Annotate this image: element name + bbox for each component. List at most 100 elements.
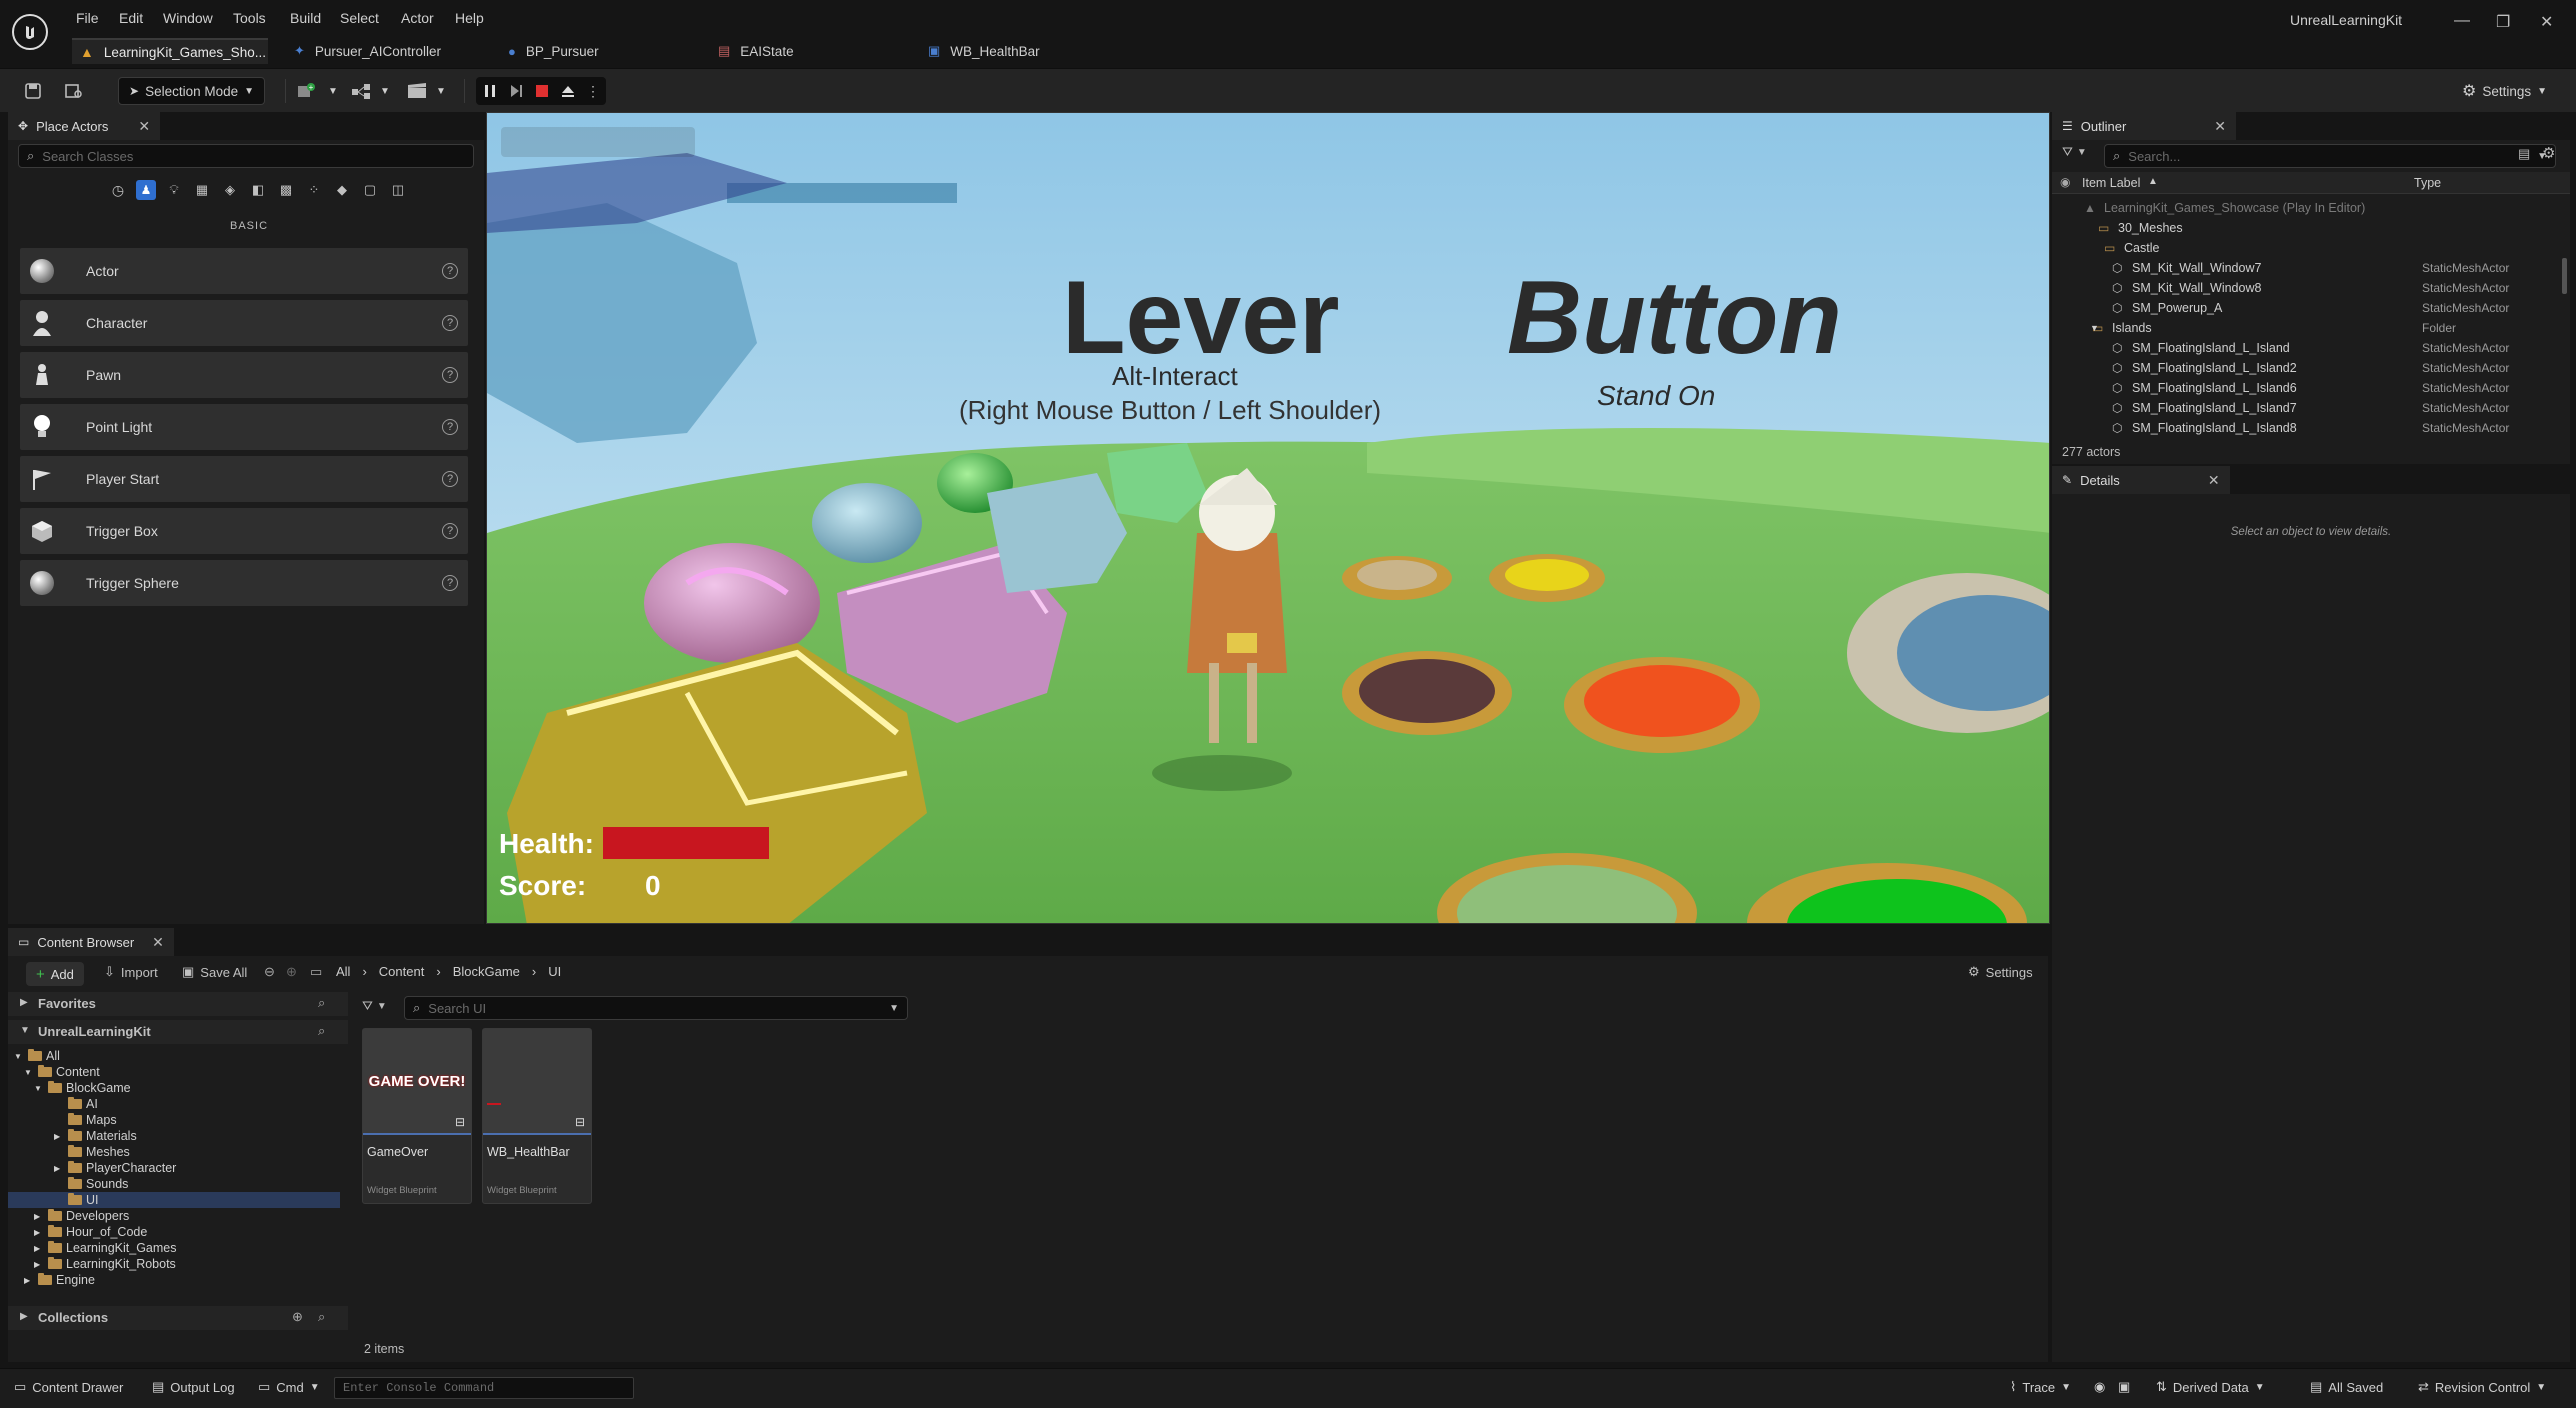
add-actor-icon[interactable]: + ▼ (296, 77, 338, 105)
menu-actor[interactable]: Actor (401, 10, 434, 26)
derived-data-dropdown[interactable]: ⇅ Derived Data ▼ (2156, 1379, 2265, 1395)
console-command-field[interactable] (334, 1377, 634, 1399)
folder-tree-item[interactable]: ▶ PlayerCharacter (8, 1160, 340, 1176)
breadcrumb-all[interactable]: All (336, 964, 350, 979)
revision-control-dropdown[interactable]: ⇄ Revision Control ▼ (2418, 1379, 2546, 1395)
chevron-down-icon[interactable]: ▼ (2090, 323, 2099, 333)
outliner-row[interactable]: ⬡ SM_FloatingIsland_L_Island8 StaticMeshAc… (2052, 418, 2570, 438)
stop-icon[interactable] (534, 83, 550, 99)
help-icon[interactable]: ? (442, 263, 458, 279)
volumes-icon[interactable]: ▩ (276, 180, 296, 200)
visual-effects-icon[interactable]: ◈ (220, 180, 240, 200)
visibility-icon[interactable]: ◉ (2060, 175, 2070, 189)
chevron-right-icon[interactable]: ▶ (54, 1132, 64, 1141)
add-folder-icon[interactable]: ▤ (2518, 146, 2530, 162)
folder-tree-item[interactable]: ▼ Content (8, 1064, 340, 1080)
asset-tile-gameover[interactable]: GAME OVER! ⊟ GameOver Widget Blueprint (362, 1028, 472, 1204)
help-icon[interactable]: ? (442, 575, 458, 591)
cinematic-icon[interactable]: ▦ (192, 180, 212, 200)
chevron-down-icon[interactable]: ▼ (24, 1068, 34, 1077)
menu-tools[interactable]: Tools (233, 10, 266, 26)
step-icon[interactable] (508, 83, 524, 99)
asset-search-input[interactable] (428, 1000, 882, 1016)
help-icon[interactable]: ? (442, 471, 458, 487)
chevron-down-icon[interactable]: ▼ (34, 1084, 44, 1093)
outliner-row[interactable]: ⬡ SM_Powerup_A StaticMeshActor (2052, 298, 2570, 318)
search-classes-input[interactable] (42, 148, 465, 164)
outliner-row[interactable]: ⬡ SM_Kit_Wall_Window7 StaticMeshActor (2052, 258, 2570, 278)
search-icon[interactable]: ⌕ (318, 1309, 325, 1325)
outliner-scrollbar[interactable] (2562, 258, 2567, 294)
geometry-icon[interactable]: ◧ (248, 180, 268, 200)
settings-button[interactable]: ⚙ Settings ▼ (2462, 77, 2547, 105)
folder-tree-item[interactable]: ▶ Engine (8, 1272, 340, 1288)
folder-tree-item[interactable]: UI (8, 1192, 340, 1208)
folder-tree-item[interactable]: ▶ Hour_of_Code (8, 1224, 340, 1240)
help-icon[interactable]: ? (442, 523, 458, 539)
forward-icon[interactable]: ⊕ (286, 964, 297, 980)
actor-item-character[interactable]: Character ? (20, 300, 468, 346)
minimize-icon[interactable]: — (2454, 12, 2470, 30)
folder-tree-item[interactable]: AI (8, 1096, 340, 1112)
gear-icon[interactable]: ⚙ (2542, 144, 2555, 162)
outliner-row[interactable]: ⬡ SM_FloatingIsland_L_Island StaticMeshAct… (2052, 338, 2570, 358)
column-type[interactable]: Type (2414, 176, 2441, 190)
chevron-right-icon[interactable]: ▶ (54, 1164, 64, 1173)
folder-tree-item[interactable]: ▼ BlockGame (8, 1080, 340, 1096)
import-button[interactable]: ⇩ Import (104, 964, 158, 980)
chevron-right-icon[interactable]: ▶ (34, 1212, 44, 1221)
breadcrumb-content[interactable]: Content (379, 964, 425, 979)
sequencer-icon[interactable]: ▢ (360, 180, 380, 200)
restore-icon[interactable]: ❐ (2496, 12, 2510, 32)
camera-icon[interactable]: ▣ (2118, 1379, 2130, 1395)
chevron-right-icon[interactable]: ▶ (34, 1260, 44, 1269)
actor-item-trigger-sphere[interactable]: Trigger Sphere ? (20, 560, 468, 606)
menu-select[interactable]: Select (340, 10, 379, 26)
outliner-row[interactable]: ▭ 30_Meshes (2052, 218, 2570, 238)
cb-settings-button[interactable]: ⚙ Settings (1968, 964, 2033, 980)
search-icon[interactable]: ⌕ (318, 995, 325, 1011)
actor-item-point-light[interactable]: Point Light ? (20, 404, 468, 450)
actor-item-actor[interactable]: Actor ? (20, 248, 468, 294)
outliner-row[interactable]: ⬡ SM_FloatingIsland_L_Island2 StaticMeshAc… (2052, 358, 2570, 378)
trace-dropdown[interactable]: ⌇ Trace ▼ (2010, 1379, 2071, 1395)
shapes-icon[interactable]: ◆ (332, 180, 352, 200)
unreal-logo-icon[interactable] (12, 14, 48, 50)
close-icon[interactable]: ✕ (2208, 472, 2220, 489)
lights-icon[interactable]: 💡︎ (164, 180, 184, 200)
all-saved-button[interactable]: ▤ All Saved (2310, 1379, 2383, 1395)
eject-icon[interactable] (560, 83, 576, 99)
tab-level[interactable]: ▲ LearningKit_Games_Sho... (72, 38, 268, 64)
help-icon[interactable]: ? (442, 419, 458, 435)
viewport-options-bar[interactable] (501, 127, 695, 157)
close-icon[interactable]: ✕ (138, 118, 150, 135)
chevron-right-icon[interactable]: ▶ (24, 1276, 34, 1285)
recent-icon[interactable]: ◷ (108, 180, 128, 200)
breadcrumb-blockgame[interactable]: BlockGame (453, 964, 520, 979)
blueprint-tools-icon[interactable]: ▼ (350, 77, 390, 105)
tab-details[interactable]: ✎ Details ✕ (2052, 466, 2230, 494)
outliner-row[interactable]: ⬡ SM_Kit_Wall_Window8 StaticMeshActor (2052, 278, 2570, 298)
save-all-button[interactable]: ▣ Save All (182, 964, 247, 980)
cinematics-icon[interactable]: ▼ (406, 77, 446, 105)
outliner-row[interactable]: ▭ Castle (2052, 238, 2570, 258)
content-drawer-button[interactable]: ▭ Content Drawer (14, 1379, 123, 1395)
menu-window[interactable]: Window (163, 10, 213, 26)
outliner-row[interactable]: ⬡ SM_FloatingIsland_L_Island7 StaticMeshAc… (2052, 398, 2570, 418)
chevron-down-icon[interactable]: ▼ (14, 1052, 24, 1061)
folder-icon[interactable]: ▭ (310, 964, 322, 980)
asset-search-field[interactable]: ⌕ ▼ (404, 996, 908, 1020)
back-icon[interactable]: ⊖ (264, 964, 275, 980)
level-viewport[interactable]: Lever Alt-Interact (Right Mouse Button /… (486, 112, 2050, 924)
basic-category-icon[interactable]: ♟ (136, 180, 156, 200)
filter-button[interactable]: ⛛ ▼ (2062, 144, 2087, 160)
folder-tree-item[interactable]: ▶ LearningKit_Robots (8, 1256, 340, 1272)
menu-help[interactable]: Help (455, 10, 484, 26)
column-item-label[interactable]: Item Label (2082, 176, 2140, 190)
layers-icon[interactable]: ◫ (388, 180, 408, 200)
folder-tree-item[interactable]: ▶ Materials (8, 1128, 340, 1144)
browse-icon[interactable] (64, 77, 84, 105)
tab-place-actors[interactable]: ✥ Place Actors ✕ (8, 112, 161, 140)
tab-pursuer-aicontroller[interactable]: ✦ Pursuer_AIController (286, 38, 449, 64)
menu-edit[interactable]: Edit (119, 10, 143, 26)
